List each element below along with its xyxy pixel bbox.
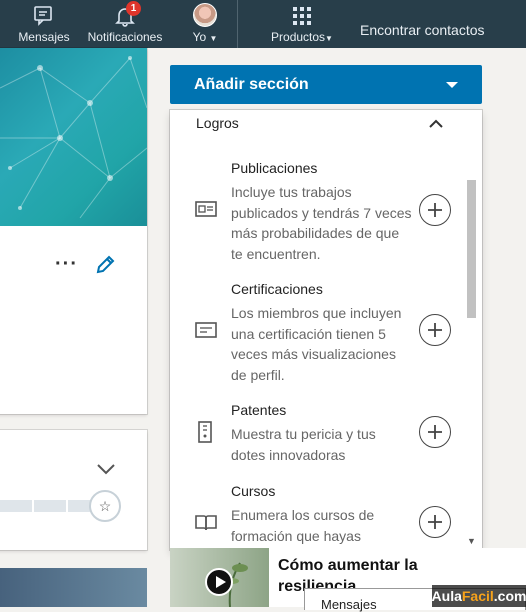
publicaciones-title: Publicaciones bbox=[231, 160, 318, 176]
left-image bbox=[0, 568, 147, 607]
add-section-label: Añadir sección bbox=[194, 75, 309, 93]
avatar bbox=[193, 3, 217, 27]
book-icon bbox=[195, 513, 217, 536]
notification-badge: 1 bbox=[126, 1, 141, 16]
nav-me[interactable]: Yo ▼ bbox=[186, 0, 224, 48]
nav-me-label: Yo ▼ bbox=[192, 30, 218, 44]
certificaciones-title: Certificaciones bbox=[231, 281, 323, 297]
nav-messages-label: Mensajes bbox=[18, 30, 70, 44]
nav-messages[interactable]: Mensajes bbox=[14, 0, 74, 48]
play-icon[interactable] bbox=[205, 568, 233, 596]
profile-banner bbox=[0, 48, 147, 226]
strength-meter bbox=[0, 500, 100, 512]
scrollbar-thumb[interactable] bbox=[467, 180, 476, 318]
patent-icon bbox=[195, 421, 215, 448]
chevron-down-icon[interactable] bbox=[96, 462, 116, 480]
scroll-down-arrow-icon[interactable]: ▼ bbox=[467, 536, 476, 546]
publication-icon bbox=[195, 200, 217, 223]
nav-notifications-label: Notificaciones bbox=[87, 30, 163, 44]
patentes-title: Patentes bbox=[231, 402, 287, 418]
nav-divider bbox=[237, 0, 238, 48]
add-curso-button[interactable] bbox=[419, 506, 451, 538]
more-options-icon[interactable]: ··· bbox=[55, 253, 78, 276]
nav-products[interactable]: Productos▼ bbox=[268, 0, 336, 48]
nav-products-label: Productos▼ bbox=[271, 30, 333, 44]
section-header-logros: Logros bbox=[196, 115, 239, 131]
network-pattern bbox=[0, 56, 147, 219]
watermark-logo: Aula Facil .com bbox=[432, 585, 526, 607]
add-patente-button[interactable] bbox=[419, 416, 451, 448]
caret-down-icon: ▼ bbox=[325, 34, 333, 43]
cursos-desc: Enumera los cursos de formación que haya… bbox=[231, 507, 375, 544]
add-section-button[interactable]: Añadir sección bbox=[170, 65, 482, 104]
messages-icon bbox=[34, 6, 52, 26]
find-contacts-link[interactable]: Encontrar contactos bbox=[360, 22, 485, 38]
strength-card bbox=[0, 430, 147, 550]
nav-notifications[interactable]: Notificaciones bbox=[86, 0, 164, 48]
add-publicacion-button[interactable] bbox=[419, 194, 451, 226]
star-icon: ☆ bbox=[89, 490, 121, 522]
add-certificacion-button[interactable] bbox=[419, 314, 451, 346]
publicaciones-desc: Incluye tus trabajos publicados y tendrá… bbox=[231, 184, 412, 262]
certificate-icon bbox=[195, 321, 217, 344]
patentes-desc: Muestra tu pericia y tus dotes innovador… bbox=[231, 426, 376, 463]
edit-pencil-icon[interactable] bbox=[94, 254, 116, 281]
cursos-title: Cursos bbox=[231, 483, 276, 499]
certificaciones-desc: Los miembros que incluyen una certificac… bbox=[231, 305, 402, 383]
top-navigation: Mensajes Notificaciones 1 Yo ▼ Productos… bbox=[0, 0, 526, 48]
add-section-dropdown: Logros Publicaciones Incluye tus trabajo… bbox=[170, 110, 482, 550]
grid-icon bbox=[293, 7, 311, 25]
caret-down-icon: ▼ bbox=[209, 34, 218, 43]
caret-down-icon bbox=[446, 82, 458, 88]
chevron-up-icon[interactable] bbox=[428, 116, 444, 134]
